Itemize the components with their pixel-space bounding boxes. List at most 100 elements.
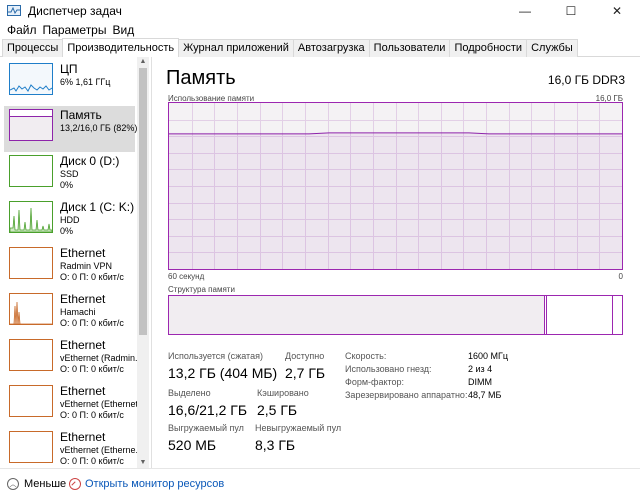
menu-options[interactable]: Параметры: [40, 23, 110, 37]
resource-monitor-icon: [69, 478, 81, 490]
memory-usage-graph: [168, 102, 623, 270]
resource-sidebar: ЦП 6% 1,61 ГГц Память 13,2/16,0 ГБ (82%)…: [0, 57, 152, 468]
paged-pool-label: Выгружаемый пул: [168, 423, 244, 433]
window-title: Диспетчер задач: [28, 4, 122, 18]
network-graph-thumbnail: [9, 293, 53, 325]
close-button[interactable]: ✕: [594, 0, 640, 22]
sidebar-item-cpu[interactable]: ЦП 6% 1,61 ГГц: [4, 60, 135, 106]
sidebar-item-subtitle: 6% 1,61 ГГц: [60, 77, 111, 87]
menu-view[interactable]: Вид: [109, 23, 137, 37]
sidebar-item-subtitle: SSD: [60, 169, 79, 179]
sidebar-item-subtitle: HDD: [60, 215, 80, 225]
sidebar-item-label: Диск 0 (D:): [60, 154, 120, 168]
memory-structure-bar: [168, 295, 623, 335]
fewer-details-button[interactable]: ︿ Меньше: [7, 478, 66, 490]
network-graph-thumbnail: [9, 431, 53, 463]
cached-value: 2,5 ГБ: [257, 402, 298, 418]
sidebar-item-vethernet-radmin[interactable]: Ethernet vEthernet (Radmin... О: 0 П: 0 …: [4, 336, 143, 382]
sidebar-item-ethernet-hamachi[interactable]: Ethernet Hamachi О: 0 П: 0 кбит/с: [4, 290, 135, 336]
tab-details[interactable]: Подробности: [449, 39, 528, 57]
slots-label: Использовано гнезд:: [345, 364, 432, 374]
structure-label: Структура памяти: [168, 285, 235, 294]
in-use-label: Используется (сжатая): [168, 351, 263, 361]
disk-graph-thumbnail: [9, 201, 53, 233]
cached-label: Кэшировано: [257, 388, 309, 398]
sidebar-item-ethernet-radmin[interactable]: Ethernet Radmin VPN О: 0 П: 0 кбит/с: [4, 244, 135, 290]
in-use-value: 13,2 ГБ (404 МБ): [168, 365, 278, 381]
graph-time-label: 60 секунд: [168, 272, 205, 281]
tab-performance[interactable]: Производительность: [62, 38, 180, 57]
nonpaged-pool-value: 8,3 ГБ: [255, 437, 296, 453]
nonpaged-pool-label: Невыгружаемый пул: [255, 423, 342, 433]
structure-standby: [547, 296, 613, 334]
fewer-details-label: Меньше: [24, 478, 67, 490]
network-graph-thumbnail: [9, 339, 53, 371]
sidebar-item-label: Ethernet: [60, 338, 106, 352]
title-bar: Диспетчер задач — ☐ ✕: [0, 0, 640, 22]
sidebar-item-memory[interactable]: Память 13,2/16,0 ГБ (82%): [4, 106, 138, 152]
sidebar-item-subtitle: vEthernet (Radmin...: [60, 353, 143, 363]
minimize-button[interactable]: —: [502, 0, 548, 22]
sidebar-item-subtitle: 13,2/16,0 ГБ (82%): [60, 123, 138, 133]
open-resource-monitor-link[interactable]: Открыть монитор ресурсов: [69, 478, 224, 490]
structure-in-use: [169, 296, 545, 334]
sidebar-item-label: ЦП: [60, 62, 78, 76]
form-factor-value: DIMM: [468, 377, 492, 387]
sidebar-item-subtitle: vEthernet (Ethernet): [60, 399, 142, 409]
tab-app-history[interactable]: Журнал приложений: [178, 39, 294, 57]
page-title: Память: [166, 67, 236, 89]
sidebar-item-detail: 0%: [60, 226, 74, 236]
speed-value: 1600 МГц: [468, 351, 509, 361]
scroll-up-arrow-icon[interactable]: ▲: [137, 57, 149, 67]
cpu-graph-thumbnail: [9, 63, 53, 95]
task-manager-icon: [6, 3, 22, 19]
sidebar-item-detail: О: 0 П: 0 кбит/с: [60, 456, 124, 466]
sidebar-item-label: Ethernet: [60, 246, 106, 260]
memory-usage-area: [169, 132, 622, 269]
scrollbar-thumb[interactable]: [139, 68, 147, 335]
committed-value: 16,6/21,2 ГБ: [168, 402, 248, 418]
scroll-down-arrow-icon[interactable]: ▼: [137, 458, 149, 468]
tab-services[interactable]: Службы: [526, 39, 578, 57]
sidebar-item-detail: О: 0 П: 0 кбит/с: [60, 410, 124, 420]
bottom-bar: ︿ Меньше Открыть монитор ресурсов: [0, 468, 640, 501]
available-value: 2,7 ГБ: [285, 365, 326, 381]
memory-type: 16,0 ГБ DDR3: [547, 73, 625, 87]
sidebar-item-label: Память: [60, 108, 102, 122]
sidebar-item-vethernet-ethernet[interactable]: Ethernet vEthernet (Ethernet) О: 0 П: 0 …: [4, 382, 141, 428]
network-graph-thumbnail: [9, 247, 53, 279]
memory-panel: Память 16,0 ГБ DDR3 Использование памяти…: [153, 57, 640, 468]
slots-value: 2 из 4: [468, 364, 493, 374]
sidebar-item-detail: О: 0 П: 0 кбит/с: [60, 272, 124, 282]
chevron-up-icon: ︿: [7, 478, 19, 490]
sidebar-scrollbar[interactable]: ▲ ▼: [137, 57, 149, 468]
form-factor-label: Форм-фактор:: [345, 377, 405, 387]
sidebar-item-disk-1[interactable]: Диск 1 (C: K:) HDD 0%: [4, 198, 135, 244]
open-resource-monitor-label: Открыть монитор ресурсов: [85, 478, 225, 490]
sidebar-item-detail: О: 0 П: 0 кбит/с: [60, 364, 124, 374]
paged-pool-value: 520 МБ: [168, 437, 217, 453]
sidebar-item-disk-0[interactable]: Диск 0 (D:) SSD 0%: [4, 152, 135, 198]
tab-startup[interactable]: Автозагрузка: [292, 39, 370, 57]
menu-file[interactable]: Файл: [4, 23, 40, 37]
disk-graph-thumbnail: [9, 155, 53, 187]
sidebar-item-detail: 0%: [60, 180, 74, 190]
menu-bar: Файл Параметры Вид: [0, 22, 640, 38]
committed-label: Выделено: [168, 388, 211, 398]
sidebar-item-subtitle: vEthernet (Etherne...: [60, 445, 144, 455]
memory-graph-thumbnail: [9, 109, 53, 141]
sidebar-item-label: Ethernet: [60, 384, 106, 398]
tab-users[interactable]: Пользователи: [368, 39, 451, 57]
available-label: Доступно: [285, 351, 325, 361]
tab-processes[interactable]: Процессы: [2, 39, 64, 57]
sidebar-item-label: Диск 1 (C: K:): [60, 200, 135, 214]
sidebar-item-label: Ethernet: [60, 430, 106, 444]
tab-bar: Процессы Производительность Журнал прило…: [0, 38, 640, 57]
sidebar-item-detail: О: 0 П: 0 кбит/с: [60, 318, 124, 328]
hardware-reserved-value: 48,7 МБ: [468, 390, 502, 400]
graph-zero-label: 0: [618, 272, 623, 281]
hardware-reserved-label: Зарезервировано аппаратно:: [345, 390, 468, 400]
sidebar-item-subtitle: Hamachi: [60, 307, 96, 317]
maximize-button[interactable]: ☐: [548, 0, 594, 22]
sidebar-item-vethernet-ethernet-2[interactable]: Ethernet vEthernet (Etherne... О: 0 П: 0…: [4, 428, 143, 468]
